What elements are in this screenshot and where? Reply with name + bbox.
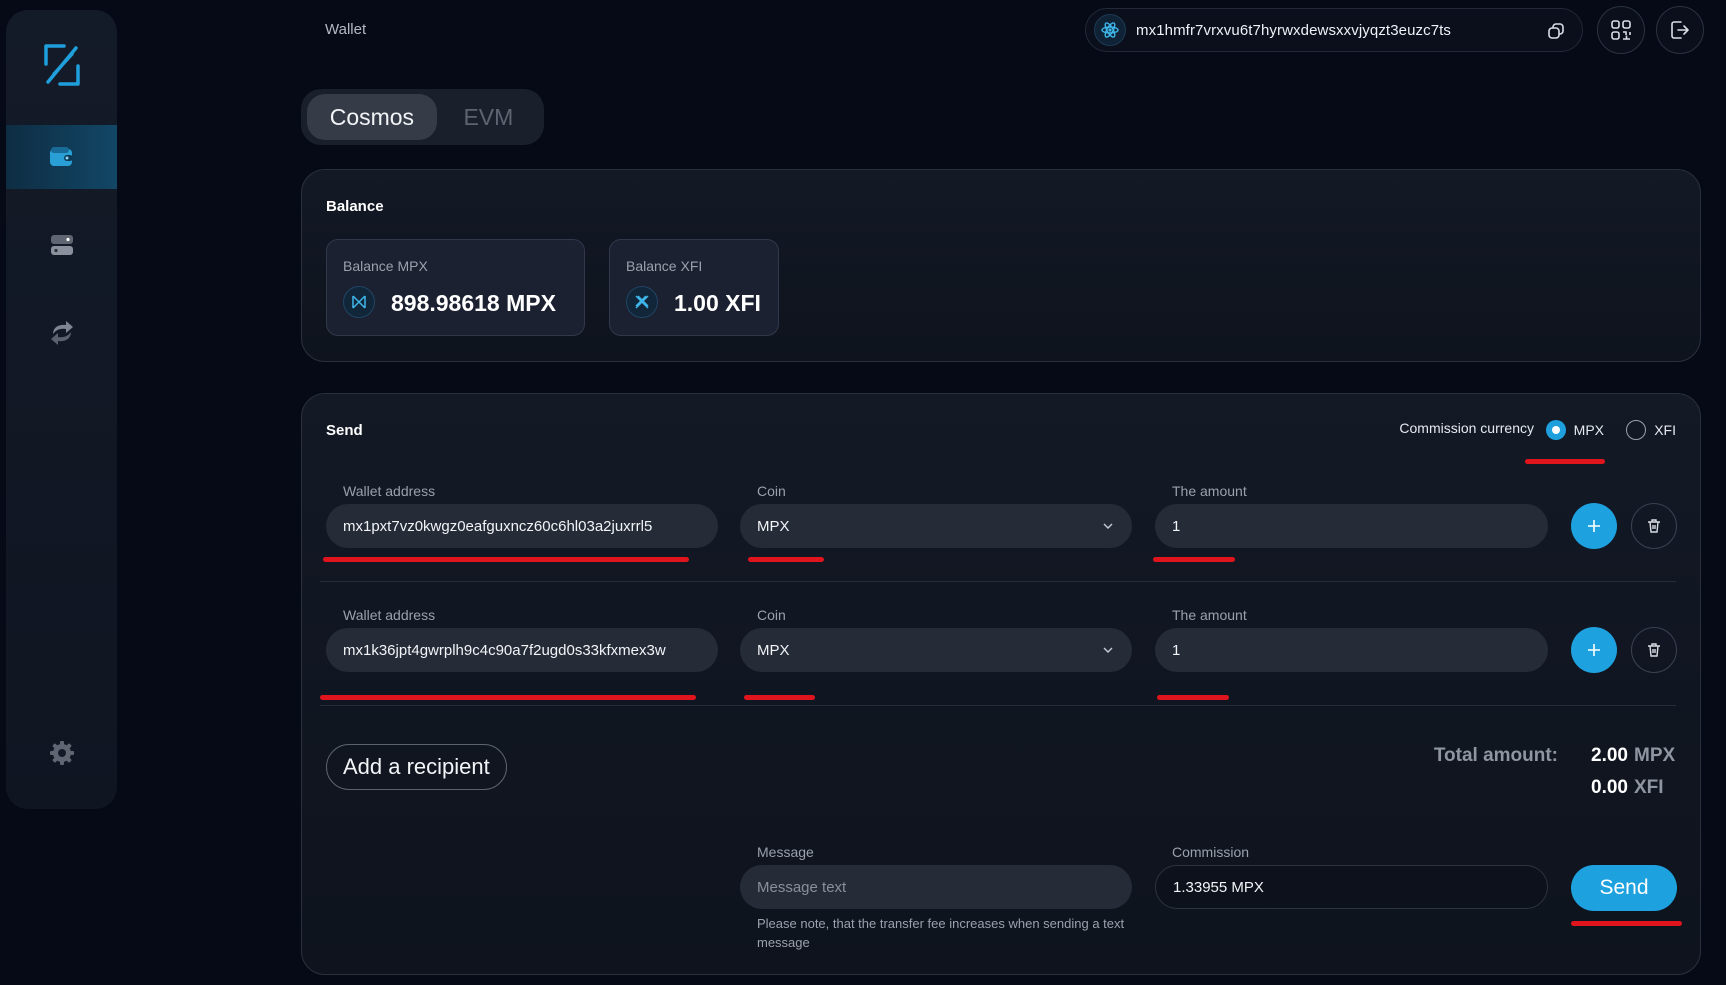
total-mpx-currency: MPX bbox=[1634, 745, 1676, 766]
total-mpx-row: 2.00 MPX bbox=[1566, 745, 1676, 767]
sidebar bbox=[6, 10, 117, 809]
radio-xfi-dot[interactable] bbox=[1626, 420, 1647, 440]
add-row-button[interactable] bbox=[1571, 503, 1617, 549]
mpx-coin-icon bbox=[343, 286, 375, 318]
plus-icon bbox=[1588, 644, 1600, 656]
swap-arrows-icon bbox=[50, 321, 73, 345]
radio-mpx[interactable]: MPX bbox=[1545, 420, 1604, 440]
total-xfi-value: 0.00 bbox=[1591, 777, 1628, 798]
tab-cosmos[interactable]: Cosmos bbox=[307, 94, 437, 140]
coin-select[interactable]: MPX bbox=[740, 628, 1132, 672]
radio-mpx-dot[interactable] bbox=[1545, 420, 1566, 440]
server-icon bbox=[50, 235, 73, 255]
balance-mpx-label: Balance MPX bbox=[343, 258, 428, 274]
annotation-underline bbox=[1153, 557, 1235, 562]
qr-code-icon bbox=[1611, 20, 1631, 40]
wallet-address-pill[interactable]: mx1hmfr7vrxvu6t7hyrwxdewsxxvjyqzt3euzc7t… bbox=[1085, 8, 1583, 52]
coin-select-value: MPX bbox=[757, 641, 790, 659]
balance-xfi-label: Balance XFI bbox=[626, 258, 703, 274]
chevron-down-icon bbox=[1103, 647, 1113, 653]
amount-label: The amount bbox=[1172, 607, 1247, 623]
wallet-address-text: mx1hmfr7vrxvu6t7hyrwxdewsxxvjyqzt3euzc7t… bbox=[1136, 21, 1452, 39]
copy-icon[interactable] bbox=[1546, 21, 1566, 41]
annotation-underline bbox=[320, 695, 696, 700]
commission-field: 1.33955 MPX bbox=[1155, 865, 1548, 909]
add-row-button[interactable] bbox=[1571, 627, 1617, 673]
balance-xfi-value: 1.00 XFI bbox=[674, 290, 761, 316]
annotation-underline bbox=[1157, 695, 1229, 700]
total-amount-label: Total amount: bbox=[1433, 745, 1558, 766]
sidebar-item-swap[interactable] bbox=[6, 301, 117, 365]
commission-currency-label: Commission currency bbox=[1399, 420, 1534, 436]
amount-input[interactable]: 1 bbox=[1155, 628, 1548, 672]
gear-icon bbox=[49, 741, 74, 765]
wallet-address-label: Wallet address bbox=[343, 483, 436, 499]
row-divider bbox=[320, 581, 1676, 582]
annotation-underline bbox=[744, 695, 815, 700]
annotation-underline bbox=[323, 557, 689, 562]
network-tabs: Cosmos EVM bbox=[301, 89, 544, 145]
radio-xfi[interactable]: XFI bbox=[1626, 420, 1676, 440]
balance-title: Balance bbox=[326, 198, 384, 215]
radio-mpx-label: MPX bbox=[1573, 422, 1604, 438]
wallet-address-input[interactable]: mx1pxt7vz0kwgz0eafguxncz60c6hl03a2juxrrl… bbox=[326, 504, 718, 548]
total-xfi-currency: XFI bbox=[1634, 777, 1664, 798]
address-avatar-icon bbox=[1094, 14, 1126, 46]
message-input[interactable]: Message text bbox=[740, 865, 1132, 909]
chevron-down-icon bbox=[1103, 523, 1113, 529]
qr-code-button[interactable] bbox=[1597, 6, 1645, 54]
trash-icon bbox=[1648, 643, 1660, 657]
radio-xfi-label: XFI bbox=[1654, 422, 1676, 438]
wallet-address-input[interactable]: mx1k36jpt4gwrplh9c4c90a7f2ugd0s33kfxmex3… bbox=[326, 628, 718, 672]
sidebar-item-settings[interactable] bbox=[6, 721, 117, 785]
amount-input[interactable]: 1 bbox=[1155, 504, 1548, 548]
logout-icon bbox=[1671, 21, 1689, 39]
annotation-underline bbox=[1571, 921, 1682, 926]
send-title: Send bbox=[326, 422, 363, 439]
balance-mpx-value: 898.98618 MPX bbox=[391, 290, 556, 316]
coin-select-value: MPX bbox=[757, 517, 790, 535]
message-label: Message bbox=[757, 844, 814, 860]
row-divider bbox=[320, 705, 1676, 706]
balance-card: Balance Balance MPX 898.98618 MPX Balanc… bbox=[301, 169, 1701, 362]
commission-label: Commission bbox=[1172, 844, 1250, 860]
fee-note: Please note, that the transfer fee incre… bbox=[757, 916, 1125, 950]
send-card: Send Commission currency MPX XFI Wallet … bbox=[301, 393, 1701, 975]
total-xfi-row: 0.00 XFI bbox=[1566, 777, 1676, 799]
trash-icon bbox=[1648, 519, 1660, 533]
app-logo-icon[interactable] bbox=[42, 44, 82, 86]
logout-button[interactable] bbox=[1656, 6, 1704, 54]
xfi-coin-icon bbox=[626, 286, 658, 318]
plus-icon bbox=[1588, 520, 1600, 532]
sidebar-item-wallet[interactable] bbox=[6, 125, 117, 189]
page-title: Wallet bbox=[325, 21, 367, 38]
coin-label: Coin bbox=[757, 483, 786, 499]
tab-evm[interactable]: EVM bbox=[437, 94, 540, 140]
coin-select[interactable]: MPX bbox=[740, 504, 1132, 548]
annotation-underline bbox=[748, 557, 824, 562]
wallet-icon bbox=[49, 147, 73, 166]
delete-row-button[interactable] bbox=[1631, 627, 1677, 673]
wallet-address-label: Wallet address bbox=[343, 607, 436, 623]
coin-label: Coin bbox=[757, 607, 786, 623]
add-recipient-button[interactable]: Add a recipient bbox=[326, 744, 507, 790]
sidebar-item-server[interactable] bbox=[6, 213, 117, 277]
total-mpx-value: 2.00 bbox=[1591, 745, 1628, 766]
send-button[interactable]: Send bbox=[1571, 865, 1677, 911]
balance-mpx-box: Balance MPX 898.98618 MPX bbox=[326, 239, 585, 336]
annotation-underline bbox=[1525, 459, 1605, 464]
amount-label: The amount bbox=[1172, 483, 1247, 499]
balance-xfi-box: Balance XFI 1.00 XFI bbox=[609, 239, 779, 336]
delete-row-button[interactable] bbox=[1631, 503, 1677, 549]
